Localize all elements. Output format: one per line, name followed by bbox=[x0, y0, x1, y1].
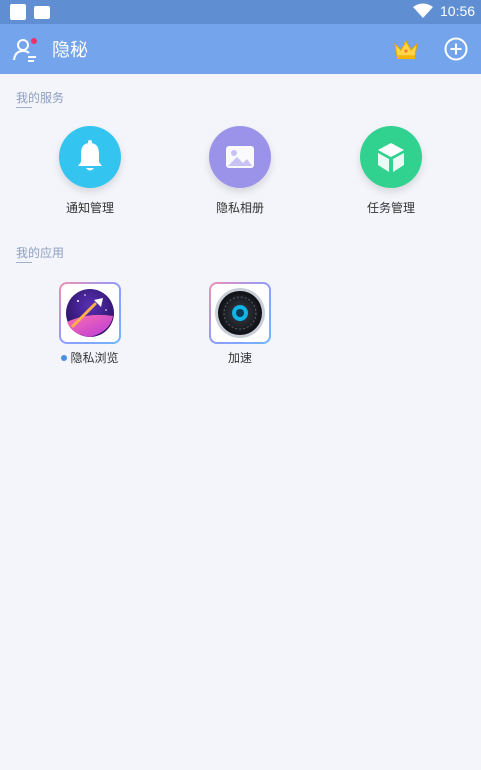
wifi-icon bbox=[413, 3, 433, 18]
app-label-wrapper: 隐私浏览 bbox=[61, 349, 119, 366]
apps-section-title: 我的应用 bbox=[16, 246, 65, 260]
turbine-icon bbox=[209, 282, 271, 344]
service-label: 任务管理 bbox=[366, 201, 415, 215]
service-task-management[interactable]: 任务管理 bbox=[341, 126, 441, 216]
notification-square-icon bbox=[10, 4, 26, 20]
service-notification-management[interactable]: 通知管理 bbox=[40, 126, 140, 216]
rocket-icon bbox=[59, 282, 121, 344]
service-label: 隐私相册 bbox=[215, 201, 264, 215]
cube-icon bbox=[360, 126, 422, 188]
app-label-wrapper: 加速 bbox=[228, 349, 252, 366]
status-time: 10:56 bbox=[440, 3, 476, 19]
page-title: 隐秘 bbox=[52, 40, 88, 61]
app-label: 隐私浏览 bbox=[70, 351, 119, 365]
services-section-title: 我的服务 bbox=[16, 91, 65, 105]
user-icon[interactable] bbox=[12, 36, 40, 64]
app-accelerate[interactable]: 加速 bbox=[190, 282, 290, 366]
notification-folder-icon bbox=[34, 6, 50, 19]
service-private-album[interactable]: 隐私相册 bbox=[190, 126, 290, 216]
new-badge-dot bbox=[61, 354, 68, 361]
crown-icon[interactable] bbox=[393, 38, 419, 60]
section-divider bbox=[16, 107, 32, 108]
app-label: 加速 bbox=[227, 351, 252, 365]
add-icon[interactable] bbox=[444, 37, 468, 61]
service-label: 通知管理 bbox=[65, 201, 114, 215]
app-header: 隐秘 bbox=[0, 24, 481, 74]
photo-icon bbox=[209, 126, 271, 188]
status-bar: 10:56 bbox=[0, 0, 481, 24]
section-divider bbox=[16, 262, 32, 263]
bell-icon bbox=[59, 126, 121, 188]
app-private-browser[interactable]: 隐私浏览 bbox=[40, 282, 140, 366]
